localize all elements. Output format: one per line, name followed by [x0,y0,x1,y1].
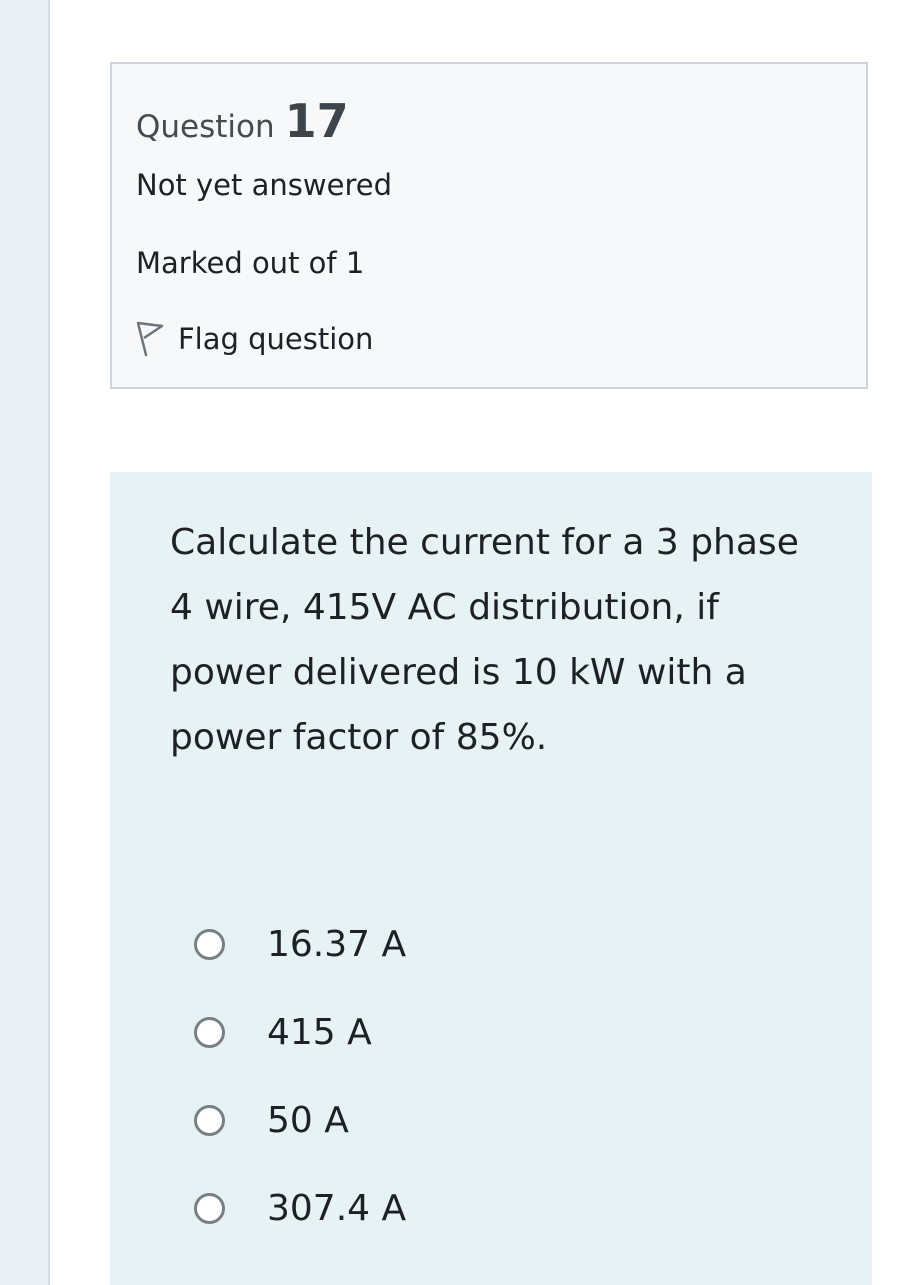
flag-question-label: Flag question [178,322,374,356]
left-drawer-rail [0,0,50,1285]
answer-label: 50 A [267,1099,349,1141]
flag-question-button[interactable]: Flag question [134,320,373,358]
answer-label: 16.37 A [267,923,407,965]
radio-unchecked-icon[interactable] [194,1192,225,1224]
radio-unchecked-icon[interactable] [194,1016,225,1048]
question-number-heading: Question 17 [136,94,349,148]
question-text: Calculate the current for a 3 phase 4 wi… [170,522,799,758]
question-state: Not yet answered [136,168,392,202]
answer-option-3[interactable]: 50 A [194,1076,406,1164]
question-number: 17 [284,94,349,148]
question-content: Calculate the current for a 3 phase 4 wi… [110,472,872,1285]
flag-icon [134,320,164,358]
answer-label: 415 A [267,1011,372,1053]
answer-list: 16.37 A 415 A 50 A 307.4 A [194,900,406,1252]
question-grade: Marked out of 1 [136,246,365,280]
answer-option-2[interactable]: 415 A [194,988,406,1076]
question-label: Question [136,109,275,145]
answer-option-4[interactable]: 307.4 A [194,1164,406,1252]
radio-unchecked-icon[interactable] [194,928,225,960]
question-info-panel: Question 17 Not yet answered Marked out … [110,62,868,389]
answer-label: 307.4 A [267,1187,407,1229]
answer-option-1[interactable]: 16.37 A [194,900,406,988]
radio-unchecked-icon[interactable] [194,1104,225,1136]
